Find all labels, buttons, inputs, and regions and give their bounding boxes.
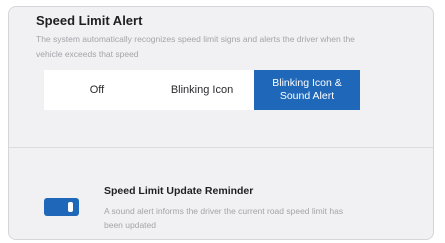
update-reminder-title: Speed Limit Update Reminder — [104, 185, 254, 197]
speed-limit-alert-title: Speed Limit Alert — [36, 13, 143, 28]
option-blinking-icon-and-sound-alert[interactable]: Blinking Icon & Sound Alert — [254, 70, 360, 110]
update-reminder-description: A sound alert informs the driver the cur… — [104, 206, 344, 230]
option-off[interactable]: Off — [44, 70, 150, 110]
toggle-knob — [68, 202, 73, 212]
update-reminder-toggle[interactable] — [44, 198, 79, 216]
section-divider — [9, 147, 433, 148]
option-blinking-icon[interactable]: Blinking Icon — [150, 70, 254, 110]
speed-limit-alert-selector: Off Blinking Icon Blinking Icon & Sound … — [44, 70, 360, 110]
speed-limit-alert-description: The system automatically recognizes spee… — [36, 34, 355, 59]
